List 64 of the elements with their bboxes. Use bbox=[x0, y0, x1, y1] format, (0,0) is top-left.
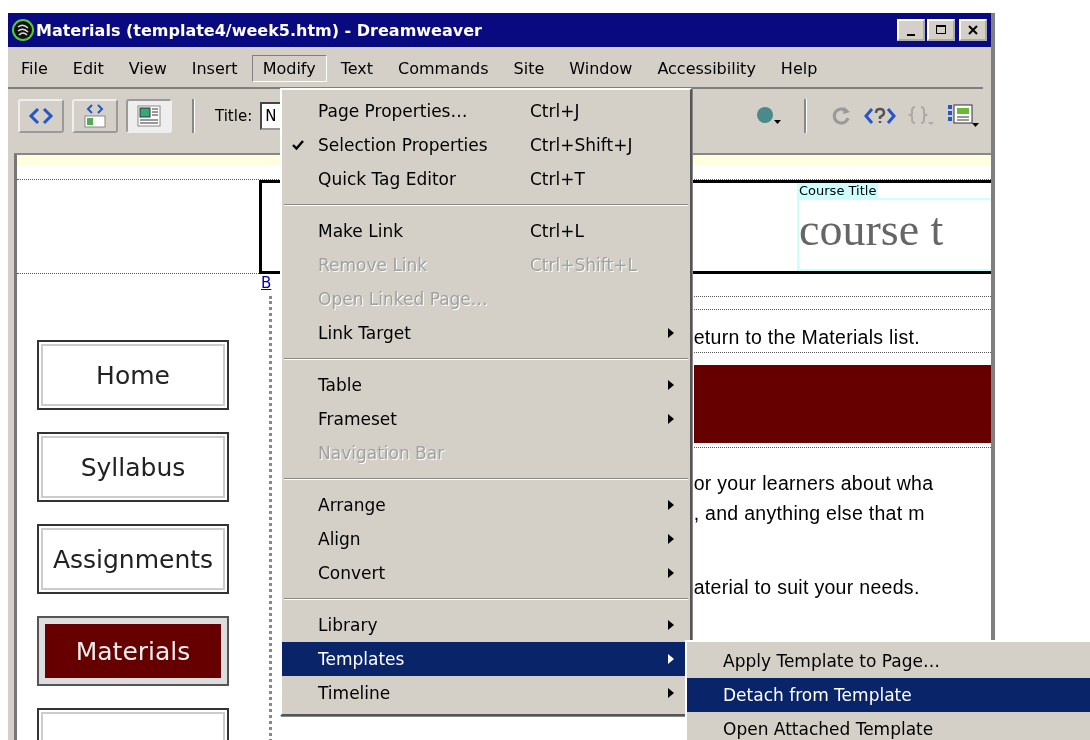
menu-item[interactable]: Frameset bbox=[282, 402, 690, 436]
nav-button[interactable]: Home bbox=[37, 340, 229, 410]
minimize-icon bbox=[907, 33, 915, 36]
menu-bar-item[interactable]: File bbox=[10, 54, 59, 82]
menu-bar-item[interactable]: Modify bbox=[251, 54, 327, 82]
submenu-arrow-icon bbox=[668, 654, 674, 664]
nav-button[interactable] bbox=[37, 708, 229, 740]
design-view-button[interactable] bbox=[126, 99, 172, 133]
menu-bar-item[interactable]: Help bbox=[769, 54, 829, 82]
menu-bar-item[interactable]: Insert bbox=[180, 54, 249, 82]
submenu-arrow-icon bbox=[668, 688, 674, 698]
menu-item[interactable]: Detach from Template bbox=[687, 678, 1090, 712]
submenu-arrow-icon bbox=[668, 414, 674, 424]
body-text: eturn to the Materials list. bbox=[693, 325, 921, 350]
nav-button[interactable]: Assignments bbox=[37, 524, 229, 594]
submenu-arrow-icon bbox=[668, 620, 674, 630]
view-options-icon[interactable] bbox=[947, 103, 981, 129]
submenu-arrow-icon bbox=[668, 534, 674, 544]
code-view-button[interactable] bbox=[18, 99, 64, 133]
submenu-arrow-icon bbox=[668, 328, 674, 338]
menu-item[interactable]: Convert bbox=[282, 556, 690, 590]
menu-bar-item[interactable]: Accessibility bbox=[646, 54, 767, 82]
menu-item[interactable]: Selection Properties Ctrl+Shift+J bbox=[282, 128, 690, 162]
body-text: aterial to suit your needs. bbox=[693, 575, 921, 600]
menu-item[interactable]: Open Attached Template bbox=[687, 712, 1090, 740]
menu-item[interactable]: Align bbox=[282, 522, 690, 556]
menu-bar-item[interactable]: Text bbox=[329, 54, 384, 82]
editable-region-label: Course Title bbox=[797, 183, 879, 198]
menu-item[interactable]: Quick Tag Editor Ctrl+T bbox=[282, 162, 690, 196]
menu-bar-item[interactable]: Window bbox=[558, 54, 644, 82]
checkmark-icon bbox=[292, 139, 304, 151]
minimize-button[interactable] bbox=[897, 19, 925, 41]
menu-item[interactable]: Make Link Ctrl+L bbox=[282, 214, 690, 248]
nav-button[interactable]: Materials bbox=[37, 616, 229, 686]
menu-item[interactable]: Arrange bbox=[282, 488, 690, 522]
menu-item[interactable]: Link Target bbox=[282, 316, 690, 350]
menu-bar-item[interactable]: Edit bbox=[61, 54, 115, 82]
maximize-button[interactable] bbox=[927, 19, 955, 41]
submenu-arrow-icon bbox=[668, 568, 674, 578]
menu-item[interactable]: Table bbox=[282, 368, 690, 402]
text-link[interactable]: B bbox=[261, 274, 272, 292]
split-view-button[interactable] bbox=[72, 99, 118, 133]
submenu-arrow-icon bbox=[668, 380, 674, 390]
code-brackets-icon bbox=[28, 106, 54, 126]
close-icon bbox=[967, 24, 979, 36]
menu-item[interactable]: Library bbox=[282, 608, 690, 642]
app-logo-icon bbox=[12, 19, 34, 41]
title-label: Title: bbox=[215, 107, 253, 125]
menu-item[interactable]: Page Properties… Ctrl+J bbox=[282, 94, 690, 128]
maximize-icon bbox=[935, 24, 947, 36]
page-layout-icon bbox=[135, 103, 163, 129]
body-text: , and anything else that m bbox=[693, 501, 926, 526]
close-button[interactable] bbox=[959, 19, 987, 41]
window-title: Materials (template4/week5.htm) - Dreamweaver bbox=[36, 20, 482, 40]
menu-bar-item[interactable]: View bbox=[117, 54, 178, 82]
course-title-heading: course t bbox=[797, 198, 991, 271]
menu-bar-item[interactable]: Commands bbox=[387, 54, 500, 82]
code-hint-icon[interactable] bbox=[863, 105, 897, 127]
submenu-arrow-icon bbox=[668, 500, 674, 510]
menu-item[interactable]: Apply Template to Page… bbox=[687, 644, 1090, 678]
split-view-icon bbox=[81, 103, 109, 129]
body-text: or your learners about wha bbox=[693, 471, 935, 496]
nav-button[interactable]: Syllabus bbox=[37, 432, 229, 502]
menu-bar-item[interactable]: Site bbox=[502, 54, 556, 82]
